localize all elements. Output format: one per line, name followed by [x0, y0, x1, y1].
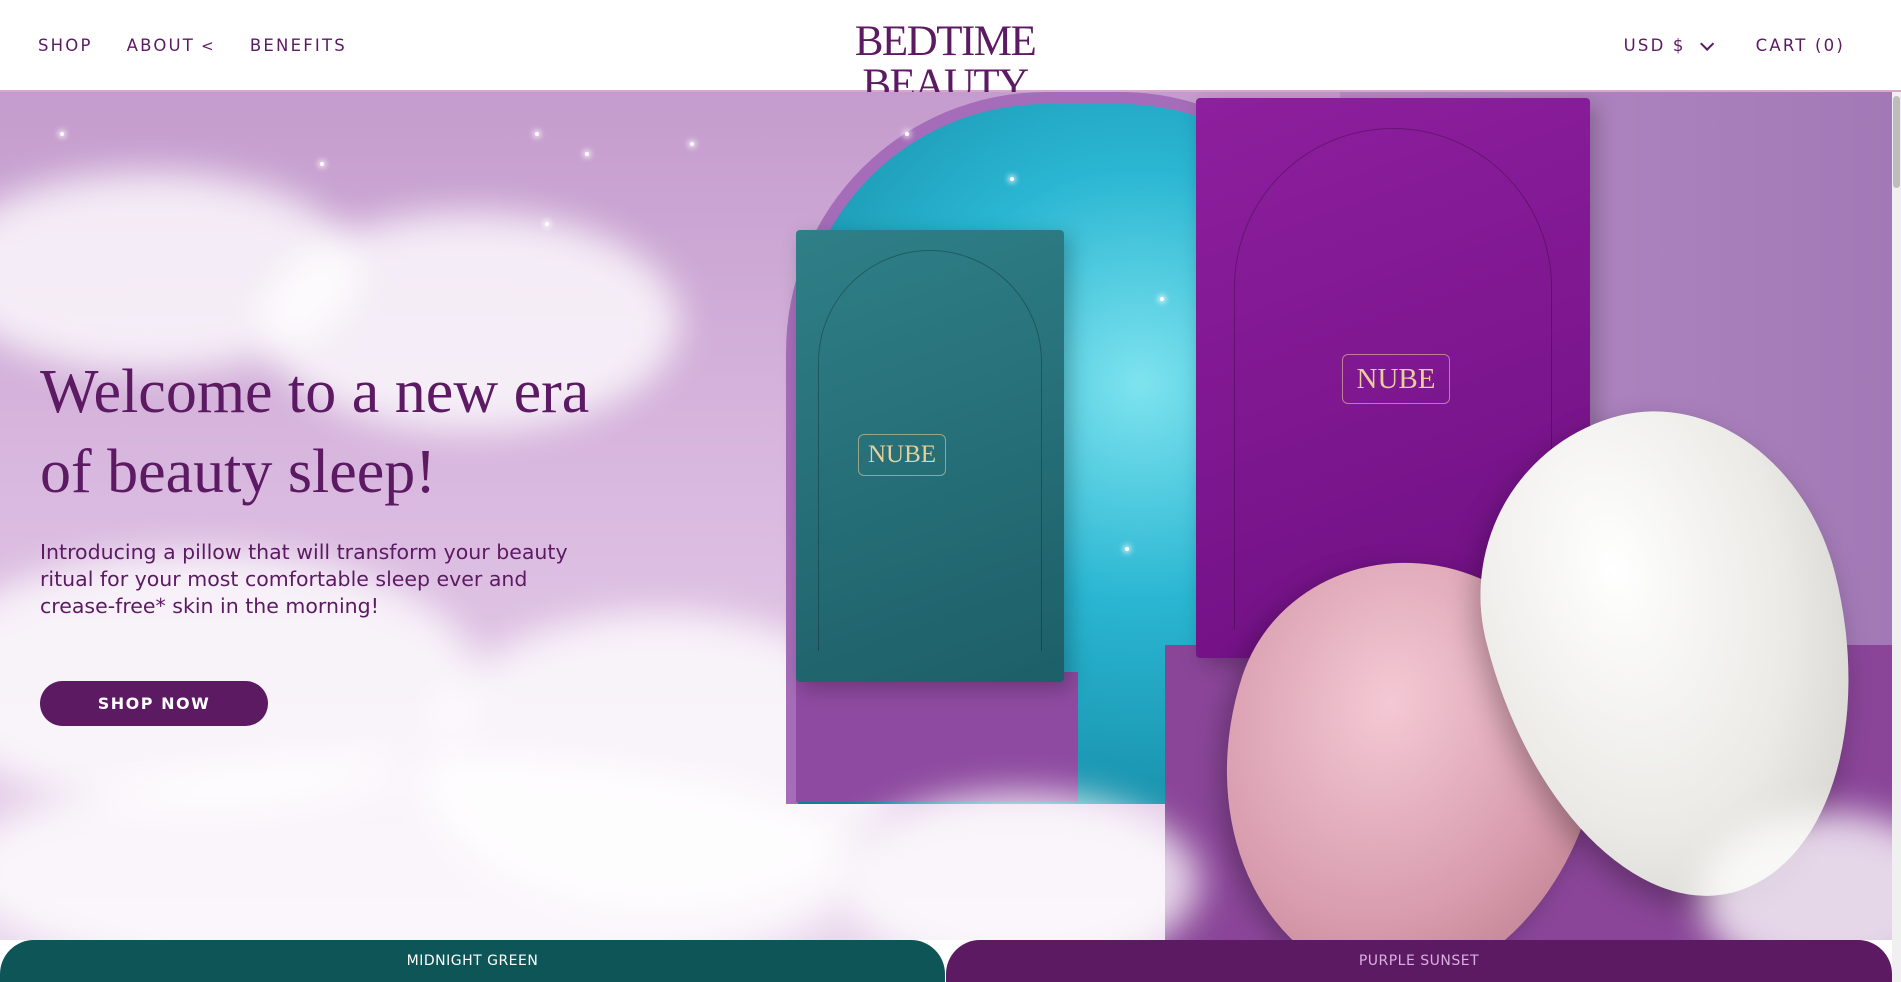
currency-selector[interactable]: USD $ [1623, 36, 1714, 55]
box-brand-label: NUBE [858, 434, 946, 476]
hero-title: Welcome to a new era of beauty sleep! [40, 352, 660, 512]
chevron-left-icon: < [201, 37, 216, 55]
display-plinth [796, 672, 1078, 802]
hero-banner: NUBE NUBE Welcome to a new era of beauty… [0, 92, 1892, 940]
nav-benefits-link[interactable]: BENEFITS [250, 36, 347, 55]
shop-now-button[interactable]: SHOP NOW [40, 681, 268, 726]
star-decoration [1010, 177, 1014, 181]
variant-tab-label: PURPLE SUNSET [1358, 953, 1480, 969]
nav-shop-link[interactable]: SHOP [38, 36, 93, 55]
variant-tab-label: MIDNIGHT GREEN [406, 953, 539, 969]
scrollbar-thumb[interactable] [1893, 96, 1900, 188]
cloud-decoration [840, 792, 1200, 940]
star-decoration [60, 132, 64, 136]
hero-description: Introducing a pillow that will transform… [40, 540, 568, 618]
star-decoration [1160, 297, 1164, 301]
currency-label: USD $ [1623, 36, 1686, 55]
box-brand-label: NUBE [1342, 354, 1450, 404]
hero-title-line-1: Welcome to a new era [40, 358, 590, 426]
star-decoration [535, 132, 539, 136]
star-decoration [690, 142, 694, 146]
variant-tab-midnight-green[interactable]: MIDNIGHT GREEN [0, 940, 945, 982]
variant-tab-purple-sunset[interactable]: PURPLE SUNSET [946, 940, 1892, 982]
star-decoration [320, 162, 324, 166]
utility-nav: USD $ CART (0) [1624, 36, 1845, 55]
page-scrollbar[interactable] [1892, 92, 1901, 982]
nav-about-link[interactable]: ABOUT < [127, 36, 216, 55]
star-decoration [585, 152, 589, 156]
star-decoration [1125, 547, 1129, 551]
product-box-green: NUBE [796, 230, 1064, 682]
cart-link[interactable]: CART (0) [1756, 36, 1845, 55]
primary-nav: SHOP ABOUT < BENEFITS [38, 36, 347, 55]
hero-title-line-2: of beauty sleep! [40, 438, 436, 506]
nav-about-label: ABOUT [126, 36, 196, 55]
star-decoration [545, 222, 549, 226]
star-decoration [905, 132, 909, 136]
site-header: SHOP ABOUT < BENEFITS BEDTIME BEAUTY USD … [0, 0, 1901, 106]
chevron-down-icon [1699, 36, 1714, 51]
